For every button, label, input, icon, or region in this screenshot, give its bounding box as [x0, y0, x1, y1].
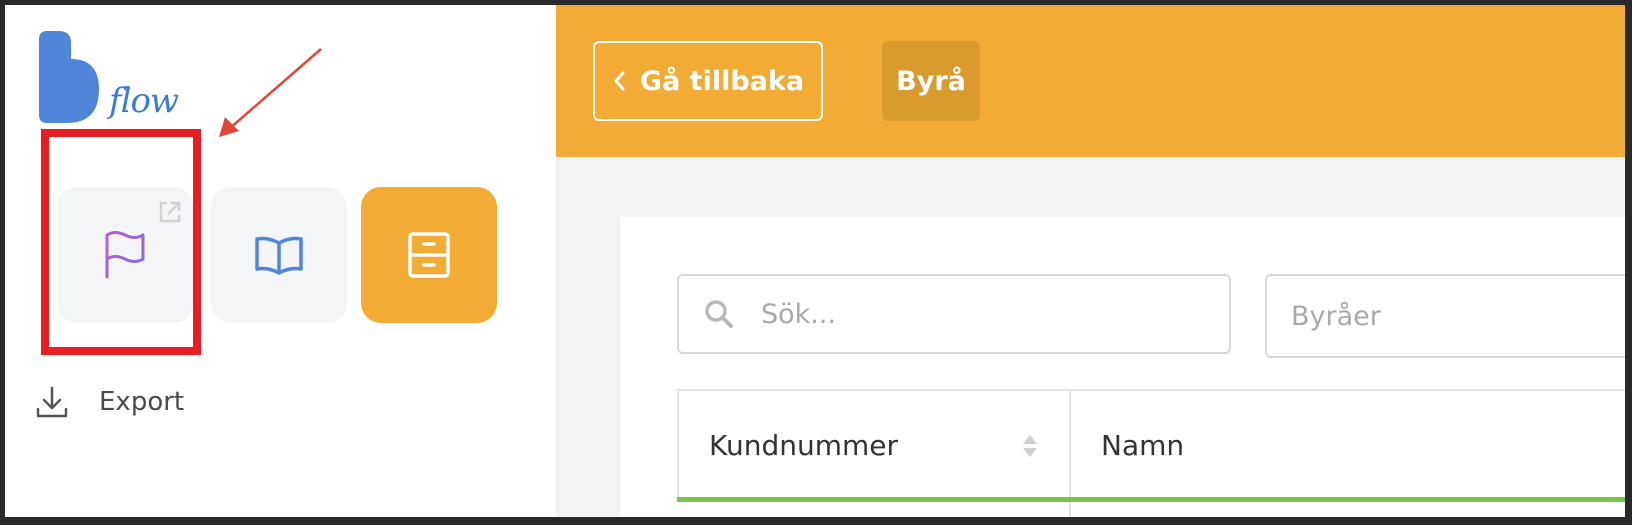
search-icon: [705, 300, 733, 328]
column-label: Kundnummer: [709, 428, 899, 462]
back-button[interactable]: Gå tillbaka: [593, 41, 823, 121]
sidebar: flow Export: [5, 5, 556, 517]
bflow-logo[interactable]: flow: [37, 29, 187, 129]
file-cabinet-icon: [408, 232, 450, 278]
download-icon: [36, 386, 68, 418]
logo-mark-icon: [39, 31, 99, 123]
agency-filter-value: Byråer: [1291, 300, 1381, 332]
column-label: Namn: [1101, 428, 1185, 462]
search-input[interactable]: [759, 297, 1193, 331]
table-header: Kundnummer Namn: [677, 389, 1625, 499]
annotation-arrow-icon: [219, 48, 322, 137]
flag-icon: [105, 231, 145, 279]
main-content: Gå tillbaka Byrå Byråer Kundnummer: [556, 5, 1625, 517]
external-link-icon: [159, 201, 181, 223]
chevron-left-icon: [614, 71, 625, 91]
content-card: Byråer Kundnummer Namn: [620, 217, 1625, 517]
cabinet-app-tile[interactable]: [361, 187, 497, 323]
agency-filter-select[interactable]: Byråer: [1265, 274, 1625, 358]
table-header-underline: [677, 497, 1625, 502]
book-icon: [255, 236, 303, 275]
export-label: Export: [99, 387, 185, 417]
flag-app-tile[interactable]: [57, 187, 193, 323]
sort-icon[interactable]: [1021, 433, 1039, 459]
export-button[interactable]: Export: [35, 385, 184, 419]
tab-byra[interactable]: Byrå: [882, 41, 980, 121]
search-box[interactable]: [677, 274, 1231, 354]
column-header-namn[interactable]: Namn: [1071, 391, 1625, 499]
logo-text: flow: [109, 81, 179, 121]
column-header-kundnummer[interactable]: Kundnummer: [679, 391, 1071, 499]
app-window: flow Export Gå tillbaka Byrå Sök... Byrå…: [5, 5, 1625, 517]
top-bar: Gå tillbaka Byrå: [556, 5, 1625, 157]
book-app-tile[interactable]: [211, 187, 347, 323]
column-divider: [1069, 502, 1071, 517]
back-label: Gå tillbaka: [639, 65, 805, 97]
